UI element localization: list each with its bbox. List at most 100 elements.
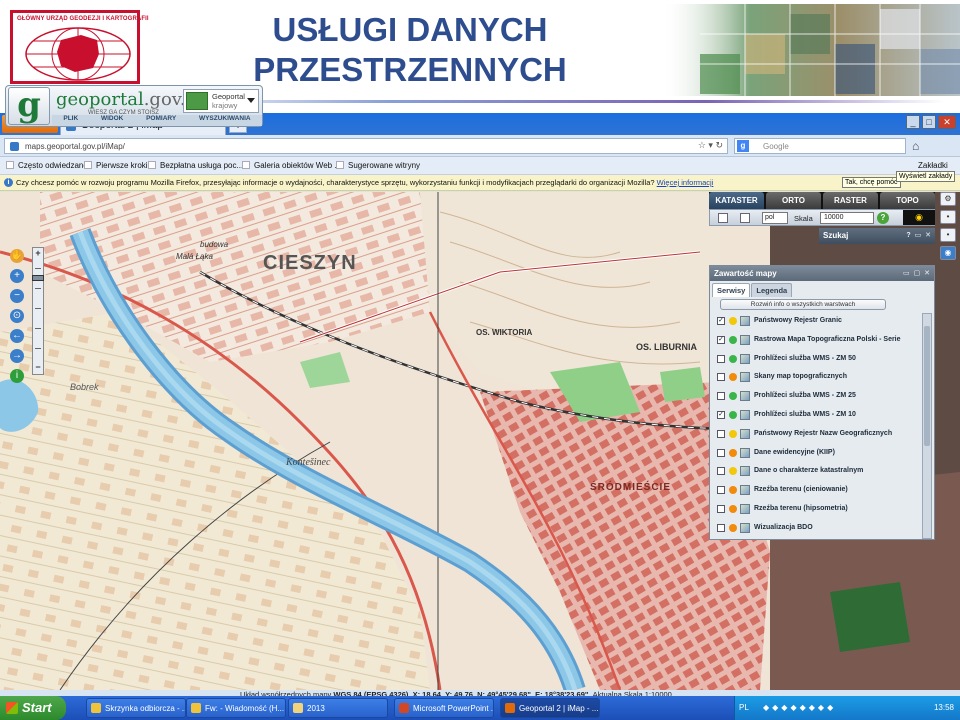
menu-pomiary[interactable]: POMIARY [146, 115, 176, 126]
reload-icon[interactable]: ☆ ▾ ↻ [698, 140, 723, 151]
layer-item[interactable]: Dane o charakterze katastralnym [714, 463, 920, 481]
zoom-extent-icon[interactable]: ⊙ [10, 309, 24, 323]
previous-view-icon[interactable]: ← [10, 329, 24, 343]
dot-icon[interactable]: • [940, 210, 956, 224]
tab-topo[interactable]: TOPO [880, 192, 935, 209]
search-placeholder: Google [763, 142, 789, 151]
bookmark-item[interactable]: Pierwsze kroki [84, 161, 148, 170]
info-tool-icon[interactable]: i [10, 369, 24, 383]
taskbar-item[interactable]: Geoportal 2 | iMap - ... [500, 698, 600, 718]
menu-plik[interactable]: PLIK [63, 115, 78, 126]
tab-orto[interactable]: ORTO [766, 192, 821, 209]
bookmark-item[interactable]: Bezpłatna usługa poc... [148, 161, 243, 170]
bookmark-item[interactable]: Galeria obiektów Web ... [242, 161, 341, 170]
layer-checkbox[interactable] [717, 467, 725, 476]
zoom-out-icon[interactable]: − [10, 289, 24, 303]
print-icon[interactable] [740, 213, 750, 223]
visibility-eye-icon[interactable]: ◉ [903, 210, 935, 225]
zoom-slider[interactable]: + − [32, 247, 44, 375]
scrollbar-thumb[interactable] [924, 326, 930, 446]
map-label-budowa: budowa [200, 240, 229, 249]
pan-hand-icon[interactable]: ✋ [10, 249, 24, 263]
layer-item[interactable]: ✓ Rastrowa Mapa Topograficzna Polski - Se… [714, 332, 920, 350]
language-select[interactable]: pol [762, 212, 788, 224]
layer-checkbox[interactable] [717, 486, 725, 495]
layer-item[interactable]: Skany map topograficznych [714, 369, 920, 387]
layer-checkbox[interactable]: ✓ [717, 317, 725, 325]
layer-item[interactable]: Rzeźba terenu (hipsometria) [714, 501, 920, 519]
list-icon[interactable] [718, 213, 728, 223]
layer-checkbox[interactable]: ✓ [717, 335, 725, 344]
map-thumbnail-icon [186, 92, 208, 110]
layer-checkbox[interactable] [717, 373, 725, 382]
zoom-slider-minus[interactable]: − [34, 363, 42, 373]
minimize-icon[interactable]: _ [906, 115, 920, 129]
zoom-slider-handle[interactable] [32, 275, 44, 281]
help-icon[interactable]: ? [877, 212, 889, 224]
menu-wyszukiwania[interactable]: WYSZUKIWANIA [199, 115, 251, 126]
map-label-cieszyn: CIESZYN [263, 252, 357, 274]
layer-item[interactable]: Dane ewidencyjne (KIIP) [714, 445, 920, 463]
tab-raster[interactable]: RASTER [823, 192, 878, 209]
taskbar-item[interactable]: Skrzynka odbiorcza - ... [86, 698, 186, 718]
layer-item[interactable]: ✓ Państwowy Rejestr Granic [714, 313, 920, 331]
search-input[interactable]: g Google [734, 138, 906, 154]
layer-checkbox[interactable] [717, 354, 725, 363]
yes-help-button[interactable]: Tak, chcę pomóc [842, 177, 901, 188]
layer-status-dot [729, 505, 737, 513]
tab-serwisy[interactable]: Serwisy [712, 283, 751, 297]
eye-icon[interactable]: ◉ [940, 246, 956, 260]
layer-icon [740, 447, 750, 458]
dot-icon[interactable]: • [940, 228, 956, 242]
zoom-in-icon[interactable]: + [10, 269, 24, 283]
layer-item[interactable]: Rzeźba terenu (cieniowanie) [714, 482, 920, 500]
layer-checkbox[interactable] [717, 392, 725, 401]
map-label-srodmiescie: ŚRÓDMIEŚCIE [590, 482, 672, 493]
search-panel-header[interactable]: Szukaj ? ▭ ✕ [819, 228, 935, 244]
layer-item[interactable]: ✓ Prohlížeci služba WMS - ZM 10 [714, 407, 920, 425]
scale-label: Skala [794, 214, 813, 223]
notification-text: Czy chcesz pomóc w rozwoju programu Mozi… [16, 178, 655, 187]
layer-list-scrollbar[interactable] [922, 313, 932, 539]
app-icon [91, 703, 101, 713]
layer-item[interactable]: Prohlížeci služba WMS - ZM 25 [714, 388, 920, 406]
scale-input[interactable]: 10000 [820, 212, 874, 224]
bookmark-item[interactable]: Sugerowane witryny [336, 161, 420, 170]
more-info-link[interactable]: Więcej informacji [657, 178, 714, 187]
layer-item[interactable]: Prohlížeci služba WMS - ZM 50 [714, 351, 920, 369]
taskbar-item[interactable]: Microsoft PowerPoint ... [394, 698, 494, 718]
language-indicator[interactable]: PL [739, 703, 749, 712]
layer-checkbox[interactable] [717, 429, 725, 438]
map-label-os-wiktoria: OS. WIKTORIA [476, 328, 533, 337]
tab-legenda[interactable]: Legenda [751, 283, 793, 297]
panel-window-icons[interactable]: ? ▭ ✕ [906, 231, 932, 239]
home-icon[interactable]: ⌂ [912, 139, 919, 153]
layer-checkbox[interactable] [717, 523, 725, 532]
next-view-icon[interactable]: → [10, 349, 24, 363]
zoom-slider-plus[interactable]: + [34, 249, 42, 259]
close-icon[interactable]: ✕ [938, 115, 956, 129]
tray-icons[interactable]: ◆◆◆◆◆◆◆◆ [763, 703, 836, 712]
taskbar-item[interactable]: 2013 [288, 698, 388, 718]
layer-icon [740, 391, 750, 402]
content-panel-header[interactable]: Zawartość mapy ▭ ▢ ✕ [710, 266, 934, 281]
layer-checkbox[interactable] [717, 505, 725, 513]
panel-window-icons[interactable]: ▭ ▢ ✕ [903, 269, 931, 277]
expand-all-layers-button[interactable]: Rozwiń info o wszystkich warstwach [720, 299, 886, 310]
map-label-mala-laka: Malá Łąka [176, 252, 213, 261]
layer-checkbox[interactable]: ✓ [717, 411, 725, 419]
layer-icon [740, 353, 750, 364]
geoportal-portal-select[interactable]: Geoportal krajowy [183, 89, 259, 113]
menu-widok[interactable]: WIDOK [101, 115, 123, 126]
layer-item[interactable]: Państwowy Rejestr Nazw Geograficznych [714, 426, 920, 444]
taskbar-item[interactable]: Fw: - Wiadomość (H... [186, 698, 286, 718]
layer-item[interactable]: Wizualizacja BDO [714, 520, 920, 538]
url-bar[interactable]: maps.geoportal.gov.pl/iMap/ ☆ ▾ ↻ [4, 138, 728, 154]
start-button[interactable]: Start [0, 696, 66, 720]
bookmarks-menu[interactable]: Zakładki [918, 161, 948, 170]
maximize-icon[interactable]: □ [922, 115, 936, 129]
tab-kataster[interactable]: KATASTER [709, 192, 764, 209]
gear-icon[interactable]: ⚙ [940, 192, 956, 206]
layer-checkbox[interactable] [717, 448, 725, 457]
app-icon [505, 703, 515, 713]
